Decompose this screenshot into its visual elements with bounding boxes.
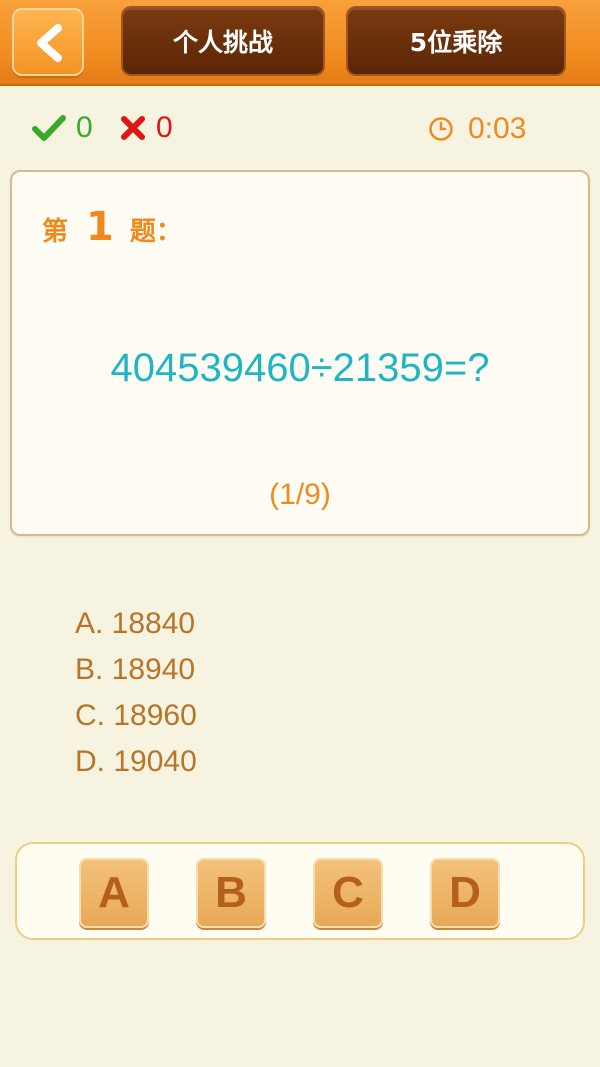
correct-counter: 0 (32, 108, 93, 148)
answer-button-d[interactable]: D (430, 858, 500, 928)
question-progress: (1/9) (269, 478, 331, 511)
option-c: C. 18960 (75, 699, 197, 732)
wrong-counter: 0 (120, 108, 173, 148)
answer-panel: A B C D (15, 842, 585, 940)
tab-label: 个人挑战 (172, 28, 273, 57)
answer-button-c[interactable]: C (313, 858, 383, 928)
question-expression: 404539460÷21359=? (110, 346, 490, 390)
top-bar: 个人挑战 5位乘除 (0, 0, 600, 86)
timer: 0:03 (428, 108, 526, 150)
question-number: 1 (86, 204, 114, 250)
tab-label: 5位乘除 (409, 28, 503, 57)
answer-options: A. 18840 B. 18940 C. 18960 D. 19040 (75, 601, 197, 785)
option-d: D. 19040 (75, 745, 197, 778)
checkmark-icon (32, 115, 66, 141)
correct-count: 0 (76, 111, 93, 144)
option-a: A. 18840 (75, 607, 196, 640)
wrong-count: 0 (156, 111, 173, 144)
timer-value: 0:03 (468, 112, 527, 145)
clock-icon (429, 117, 453, 141)
tab-5-digit-mult-div[interactable]: 5位乘除 (346, 6, 566, 76)
question-title: 第 1 题： (42, 204, 182, 250)
answer-button-a[interactable]: A (79, 858, 149, 928)
tab-personal-challenge[interactable]: 个人挑战 (121, 6, 325, 76)
question-prefix: 第 (42, 217, 69, 247)
chevron-left-icon (37, 24, 62, 62)
question-card: 第 1 题： 404539460÷21359=? (1/9) (10, 170, 590, 536)
back-button[interactable] (12, 8, 84, 76)
question-suffix: 题： (129, 217, 182, 247)
answer-button-b[interactable]: B (196, 858, 266, 928)
cross-icon (121, 116, 145, 140)
option-b: B. 18940 (75, 653, 196, 686)
